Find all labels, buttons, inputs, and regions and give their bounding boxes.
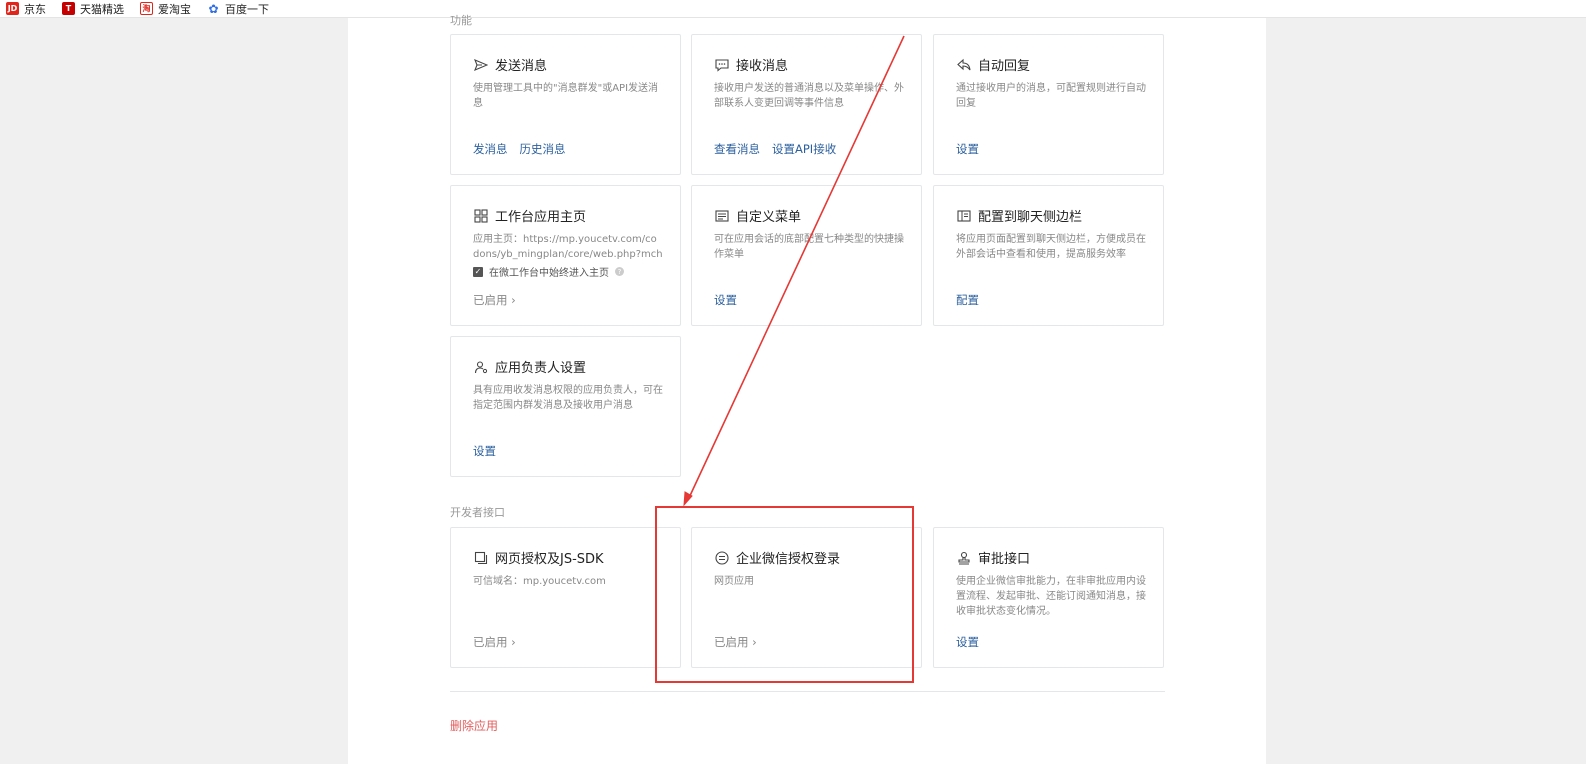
card-description: 应用主页：https://mp.youcetv.com/codons/yb_mi… xyxy=(473,234,663,260)
card-description: 使用管理工具中的"消息群发"或API发送消息 xyxy=(473,83,659,109)
card-description: 可信域名：mp.youcetv.com xyxy=(473,576,606,587)
card-description: 接收用户发送的普通消息以及菜单操作、外部联系人变更回调等事件信息 xyxy=(714,83,904,109)
card-chat-sidebar: 配置到聊天侧边栏 将应用页面配置到聊天侧边栏，方便成员在外部会话中查看和使用，提… xyxy=(933,185,1164,326)
homepage-status[interactable]: 已启用 › xyxy=(473,292,516,308)
send-icon xyxy=(473,57,489,73)
card-receive-message: 接收消息 接收用户发送的普通消息以及菜单操作、外部联系人变更回调等事件信息 查看… xyxy=(691,34,922,175)
checkbox-checked-icon[interactable]: ✓ xyxy=(473,266,483,277)
sidebar-configure-link[interactable]: 配置 xyxy=(956,292,979,308)
card-approval-api: 审批接口 使用企业微信审批能力，在非审批应用内设置流程、发起审批、还能订阅通知消… xyxy=(933,527,1164,668)
card-title: 审批接口 xyxy=(978,552,1031,567)
bookmark-label: 天猫精选 xyxy=(80,2,124,16)
divider xyxy=(450,691,1165,692)
message-history-link[interactable]: 历史消息 xyxy=(520,141,566,157)
grid-icon xyxy=(473,208,489,224)
chat-bubble-icon xyxy=(714,57,730,73)
baidu-paw-icon: ✿ xyxy=(208,1,219,16)
card-workbench-homepage: 工作台应用主页 应用主页：https://mp.youcetv.com/codo… xyxy=(450,185,681,326)
bookmark-label: 爱淘宝 xyxy=(158,2,191,16)
tmall-icon: T xyxy=(62,2,75,15)
send-message-link[interactable]: 发消息 xyxy=(473,141,508,157)
bookmark-taobao[interactable]: 淘 爱淘宝 xyxy=(140,1,191,17)
always-homepage-option[interactable]: ✓ 在微工作台中始终进入主页 ? xyxy=(473,264,624,279)
app-owner-settings-link[interactable]: 设置 xyxy=(473,443,496,459)
user-admin-icon xyxy=(473,359,489,375)
sidebar-icon xyxy=(956,208,972,224)
card-title: 自定义菜单 xyxy=(736,210,802,225)
bookmark-baidu[interactable]: ✿ 百度一下 xyxy=(207,1,269,17)
view-messages-link[interactable]: 查看消息 xyxy=(714,141,760,157)
section-label-developer-api: 开发者接口 xyxy=(450,506,505,519)
login-circle-icon xyxy=(714,550,730,566)
card-title: 企业微信授权登录 xyxy=(736,552,841,567)
card-description: 通过接收用户的消息，可配置规则进行自动回复 xyxy=(956,83,1146,109)
custom-menu-settings-link[interactable]: 设置 xyxy=(714,292,737,308)
card-title: 工作台应用主页 xyxy=(495,210,587,225)
api-receive-settings-link[interactable]: 设置API接收 xyxy=(772,141,836,157)
reply-icon xyxy=(956,57,972,73)
section-label-features: 功能 xyxy=(450,14,472,27)
card-title: 配置到聊天侧边栏 xyxy=(978,210,1083,225)
menu-icon xyxy=(714,208,730,224)
card-auto-reply: 自动回复 通过接收用户的消息，可配置规则进行自动回复 设置 xyxy=(933,34,1164,175)
card-description: 可在应用会话的底部配置七种类型的快捷操作菜单 xyxy=(714,234,904,260)
auto-reply-settings-link[interactable]: 设置 xyxy=(956,141,979,157)
card-wecom-oauth-login: 企业微信授权登录 网页应用 已启用 › xyxy=(691,527,922,668)
help-icon[interactable]: ? xyxy=(615,267,624,276)
jssdk-status[interactable]: 已启用 › xyxy=(473,634,516,650)
checkbox-label: 在微工作台中始终进入主页 xyxy=(489,268,609,279)
bookmarks-bar: JD 京东 T 天猫精选 淘 爱淘宝 ✿ 百度一下 xyxy=(0,0,1586,18)
bookmark-jd[interactable]: JD 京东 xyxy=(6,1,46,17)
bookmark-label: 京东 xyxy=(24,2,46,16)
card-title: 应用负责人设置 xyxy=(495,361,587,376)
jd-icon: JD xyxy=(6,2,19,15)
card-title: 接收消息 xyxy=(736,59,789,74)
card-title: 网页授权及JS-SDK xyxy=(495,552,604,567)
card-send-message: 发送消息 使用管理工具中的"消息群发"或API发送消息 发消息 历史消息 xyxy=(450,34,681,175)
card-app-owner: 应用负责人设置 具有应用收发消息权限的应用负责人，可在指定范围内群发消息及接收用… xyxy=(450,336,681,477)
card-web-auth-jssdk: 网页授权及JS-SDK 可信域名：mp.youcetv.com 已启用 › xyxy=(450,527,681,668)
stamp-icon xyxy=(956,550,972,566)
card-description: 网页应用 xyxy=(714,576,754,587)
card-description: 将应用页面配置到聊天侧边栏，方便成员在外部会话中查看和使用，提高服务效率 xyxy=(956,234,1146,260)
web-page-icon xyxy=(473,550,489,566)
bookmark-tmall[interactable]: T 天猫精选 xyxy=(62,1,124,17)
card-custom-menu: 自定义菜单 可在应用会话的底部配置七种类型的快捷操作菜单 设置 xyxy=(691,185,922,326)
approval-settings-link[interactable]: 设置 xyxy=(956,634,979,650)
card-description: 具有应用收发消息权限的应用负责人，可在指定范围内群发消息及接收用户消息 xyxy=(473,385,663,411)
bookmark-label: 百度一下 xyxy=(225,2,269,16)
card-title: 自动回复 xyxy=(978,59,1031,74)
taobao-icon: 淘 xyxy=(140,2,153,15)
card-description: 使用企业微信审批能力，在非审批应用内设置流程、发起审批、还能订阅通知消息，接收审… xyxy=(956,576,1146,617)
oauth-status[interactable]: 已启用 › xyxy=(714,634,757,650)
card-title: 发送消息 xyxy=(495,59,548,74)
delete-app-button[interactable]: 删除应用 xyxy=(450,717,498,734)
